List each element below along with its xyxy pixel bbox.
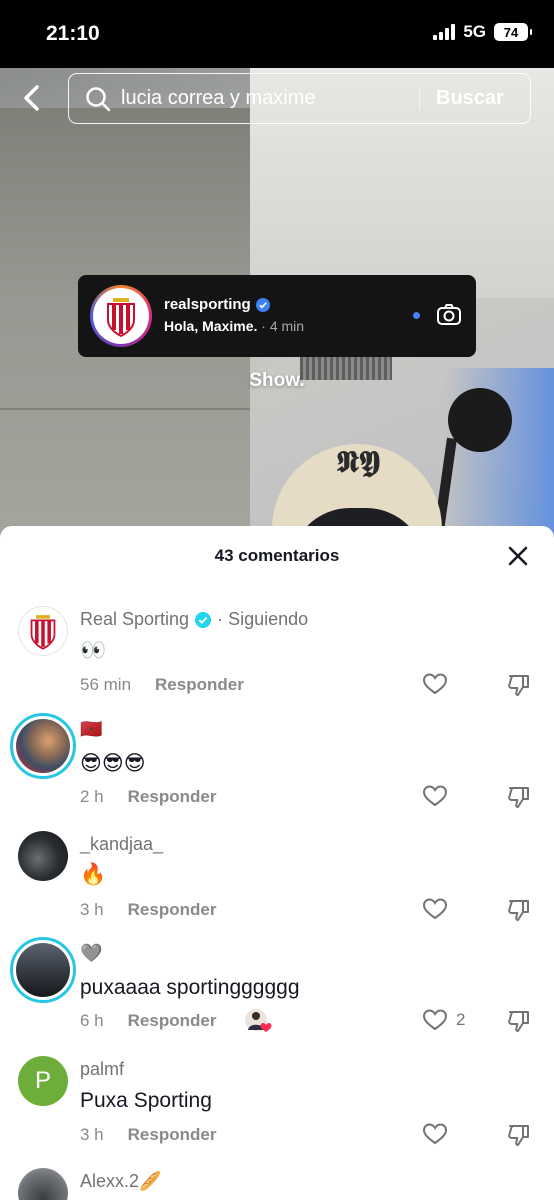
avatar[interactable]: [18, 606, 68, 656]
comment-username[interactable]: 🇲🇦: [80, 719, 102, 740]
thumbs-down-icon: [508, 900, 529, 921]
dislike-button[interactable]: [506, 1008, 532, 1039]
comments-sheet: 43 comentarios Real Sporting · Siguiendo…: [0, 526, 554, 1200]
avatar[interactable]: P: [18, 1056, 68, 1106]
avatar-letter: P: [34, 1067, 51, 1094]
video-cap-logo: 𝕹𝖄: [336, 446, 381, 479]
comment-username[interactable]: palmf: [80, 1059, 124, 1080]
comment-username[interactable]: _kandjaa_: [80, 834, 163, 855]
camera-icon[interactable]: [436, 303, 462, 327]
comment-time: 2 h: [80, 787, 104, 806]
battery-icon: 74: [494, 23, 532, 41]
search-icon: [85, 85, 113, 113]
search-divider: [419, 87, 420, 110]
following-label: · Siguiendo: [217, 609, 309, 629]
avatar[interactable]: [18, 1168, 68, 1200]
back-button[interactable]: [16, 82, 48, 114]
reply-button[interactable]: Responder: [128, 1011, 217, 1031]
comment-time: 56 min: [80, 675, 132, 694]
like-button[interactable]: [422, 784, 448, 808]
search-bar[interactable]: Buscar: [68, 73, 531, 124]
sporting-crest-icon: [107, 298, 135, 338]
thumbs-down-icon: [508, 787, 529, 808]
comment-time: 6 h: [80, 1011, 104, 1030]
status-time: 21:10: [46, 22, 100, 45]
reply-button[interactable]: Responder: [155, 675, 244, 695]
notification-message: Hola, Maxime. · 4 min: [164, 318, 304, 334]
comment-username-text: Real Sporting: [80, 609, 190, 629]
heart-icon: [422, 785, 448, 807]
comment-username[interactable]: Alexx.2🥖: [80, 1171, 161, 1192]
heart-icon: [422, 1009, 448, 1031]
comment-username[interactable]: 🩶: [80, 943, 102, 964]
comment-text: 🔥: [80, 863, 107, 886]
dm-notification[interactable]: realsporting Hola, Maxime. · 4 min: [78, 275, 476, 357]
unread-dot: [413, 312, 420, 319]
comment-text: Puxa Sporting: [80, 1089, 212, 1112]
comment-text: 👀: [80, 639, 107, 662]
comment-meta: 56 min Responder: [80, 675, 244, 695]
like-button[interactable]: [422, 672, 448, 696]
thumbs-down-icon: [508, 1125, 529, 1146]
verified-badge-icon: [195, 611, 212, 628]
like-button[interactable]: 2: [422, 1008, 465, 1032]
comment-time: 3 h: [80, 900, 104, 919]
comment-text: puxaaaa sportingggggg: [80, 976, 300, 999]
heart-icon: [422, 898, 448, 920]
dislike-button[interactable]: [506, 672, 532, 703]
comment-username[interactable]: Real Sporting · Siguiendo: [80, 609, 308, 630]
notification-username: realsporting: [164, 296, 270, 313]
comment-meta: 3 h Responder: [80, 900, 216, 920]
video-wall-line: [0, 408, 250, 410]
avatar[interactable]: [10, 937, 76, 1003]
close-icon[interactable]: [506, 544, 530, 568]
video-mic: [448, 388, 512, 452]
comment-meta: 2 h Responder: [80, 787, 216, 807]
like-button[interactable]: [422, 897, 448, 921]
dislike-button[interactable]: [506, 1122, 532, 1153]
comment-meta: 3 h Responder: [80, 1125, 216, 1145]
network-label: 5G: [463, 22, 486, 41]
heart-icon: [422, 673, 448, 695]
like-count: 2: [456, 1010, 466, 1029]
thumbs-down-icon: [508, 675, 529, 696]
avatar[interactable]: [18, 831, 68, 881]
sporting-crest-icon: [30, 615, 56, 650]
comment-meta: 6 h Responder: [80, 1011, 216, 1031]
verified-badge-icon: [255, 297, 270, 312]
status-bar: 21:10 5G 74: [0, 0, 554, 68]
chevron-left-icon: [24, 85, 39, 111]
comment-text: 😎😎😎: [80, 752, 146, 775]
thumbs-down-icon: [508, 1011, 529, 1032]
creator-liked-badge: [244, 1008, 274, 1034]
comments-title: 43 comentarios: [214, 546, 340, 565]
reply-button[interactable]: Responder: [128, 787, 217, 807]
search-button[interactable]: Buscar: [436, 87, 504, 110]
dislike-button[interactable]: [506, 897, 532, 928]
search-input[interactable]: [121, 87, 411, 110]
notification-username-text: realsporting: [164, 296, 251, 313]
reply-button[interactable]: Responder: [128, 900, 217, 920]
notification-avatar: [90, 285, 152, 347]
notification-message-text: Hola, Maxime.: [164, 318, 258, 334]
video-caption: Show.: [249, 370, 305, 391]
comment-time: 3 h: [80, 1125, 104, 1144]
avatar[interactable]: [10, 713, 76, 779]
notification-time: · 4 min: [261, 318, 305, 334]
like-button[interactable]: [422, 1122, 448, 1146]
signal-icon: [433, 24, 456, 40]
heart-icon: [422, 1123, 448, 1145]
dislike-button[interactable]: [506, 784, 532, 815]
status-indicators: 5G 74: [433, 22, 532, 42]
reply-button[interactable]: Responder: [128, 1125, 217, 1145]
